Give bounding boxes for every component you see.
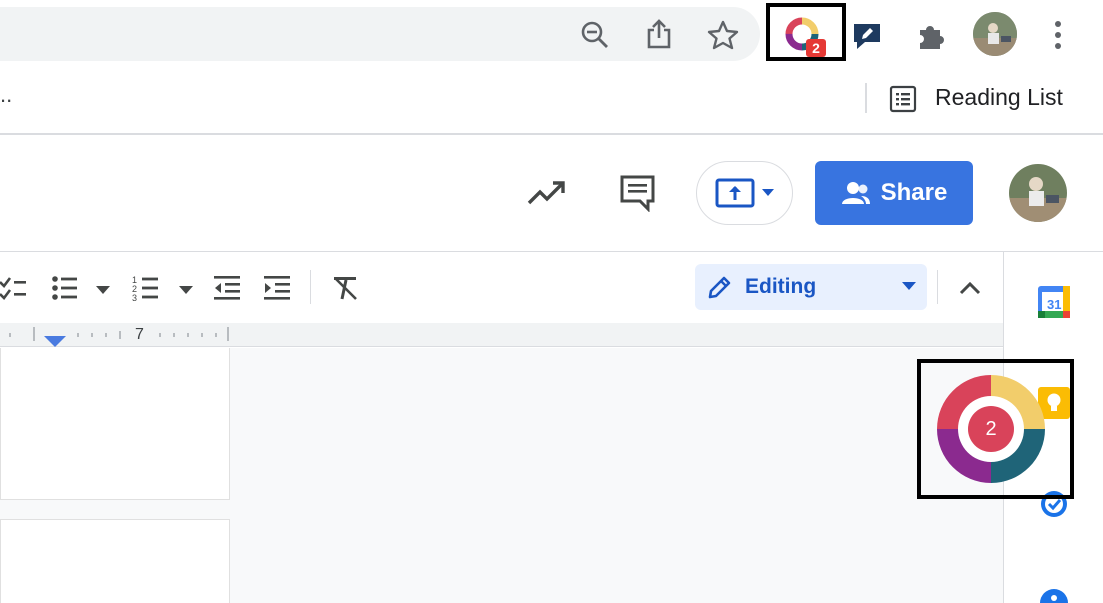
- puzzle-icon[interactable]: [912, 17, 950, 55]
- svg-text:31: 31: [1047, 297, 1061, 312]
- bulleted-list-icon[interactable]: [51, 274, 79, 302]
- clear-formatting-icon[interactable]: [331, 274, 359, 302]
- decrease-indent-icon[interactable]: [213, 274, 241, 302]
- calendar-icon[interactable]: 31: [1037, 285, 1071, 319]
- bookmarks-overflow[interactable]: ..: [0, 82, 12, 108]
- bookmark-star-icon[interactable]: [703, 16, 743, 54]
- toolbar-separator: [937, 270, 938, 304]
- chevron-down-icon[interactable]: [95, 283, 111, 295]
- share-button[interactable]: Share: [815, 161, 973, 225]
- activity-trend-icon[interactable]: [526, 178, 566, 208]
- share-label: Share: [880, 179, 948, 206]
- document-page[interactable]: [0, 519, 230, 603]
- comment-icon[interactable]: [619, 174, 657, 213]
- reading-list-label[interactable]: Reading List: [935, 84, 1063, 111]
- svg-text:3: 3: [132, 293, 137, 302]
- profile-avatar[interactable]: [973, 12, 1017, 56]
- header-divider: [0, 251, 1103, 252]
- contacts-icon[interactable]: [1039, 588, 1069, 603]
- document-page[interactable]: [0, 348, 230, 500]
- pencil-icon: [708, 276, 731, 299]
- editing-mode-dropdown[interactable]: Editing: [695, 264, 927, 310]
- chevron-down-icon[interactable]: [178, 283, 194, 295]
- reading-list-icon[interactable]: [889, 85, 917, 113]
- present-button[interactable]: [696, 161, 793, 225]
- checklist-icon[interactable]: [0, 274, 28, 302]
- indent-marker-icon[interactable]: [44, 335, 66, 347]
- ruler-number: 7: [135, 326, 144, 343]
- numbered-list-icon[interactable]: 123: [132, 274, 160, 303]
- chevron-down-icon: [902, 282, 916, 290]
- chrome-divider: [0, 133, 1103, 135]
- editing-mode-label: Editing: [745, 275, 817, 298]
- highlight-box: [766, 3, 846, 61]
- bookmarks-divider: [865, 83, 867, 113]
- chrome-menu-icon[interactable]: [1046, 16, 1070, 54]
- increase-indent-icon[interactable]: [263, 274, 291, 302]
- pencil-chat-icon[interactable]: [849, 18, 885, 54]
- toolbar-separator: [310, 270, 311, 304]
- chevron-up-icon[interactable]: [957, 278, 983, 298]
- chevron-down-icon: [761, 189, 774, 196]
- zoom-out-icon[interactable]: [576, 16, 614, 54]
- account-avatar[interactable]: [1009, 164, 1067, 222]
- horizontal-ruler[interactable]: [0, 323, 1003, 347]
- present-upload-icon: [715, 178, 754, 208]
- people-icon: [841, 182, 870, 204]
- share-icon[interactable]: [640, 14, 678, 54]
- highlight-box: [917, 359, 1074, 499]
